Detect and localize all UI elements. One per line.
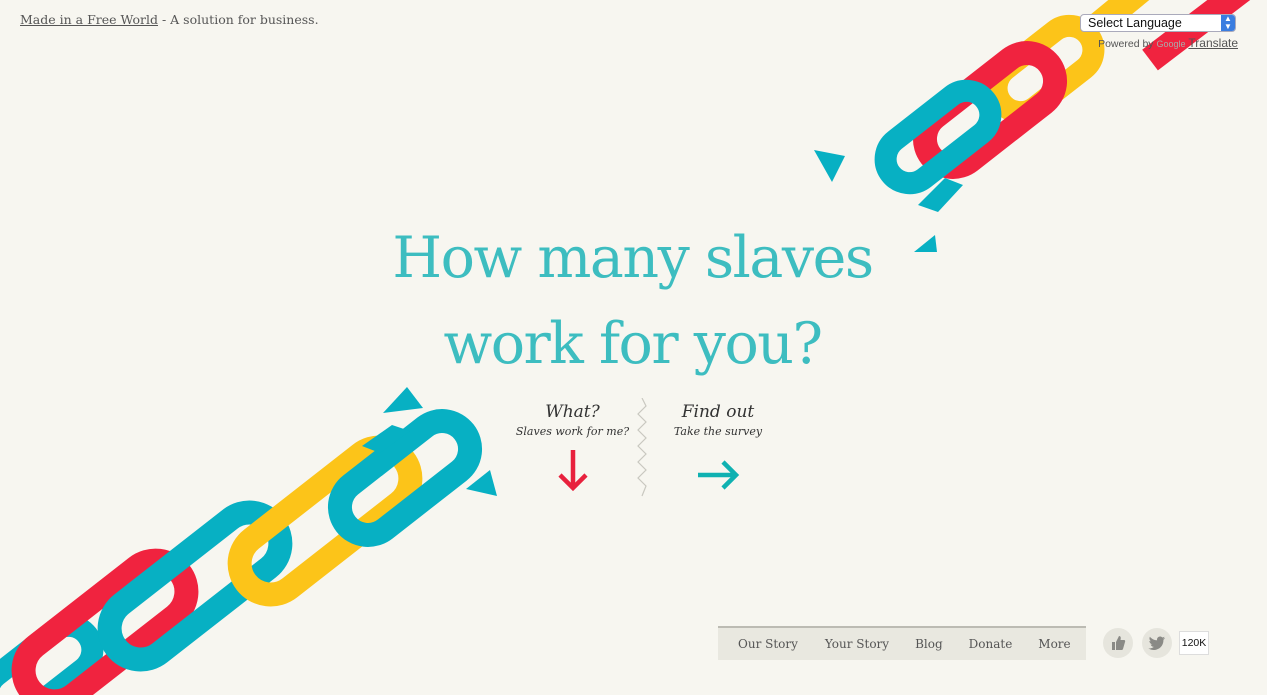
- twitter-bird-icon: [1148, 636, 1165, 650]
- find-out-link[interactable]: Find out Take the survey: [668, 402, 768, 438]
- like-button[interactable]: [1103, 628, 1133, 658]
- powered-by-label: Powered by: [1098, 38, 1154, 50]
- google-logo: Google: [1156, 39, 1186, 49]
- nav-donate[interactable]: Donate: [969, 637, 1013, 651]
- google-translate-widget: Select Language ▲ ▼ Powered by Google Tra…: [1080, 14, 1238, 50]
- what-link[interactable]: What? Slaves work for me?: [505, 402, 640, 438]
- brand-header: Made in a Free World - A solution for bu…: [20, 12, 319, 27]
- nav-more[interactable]: More: [1038, 637, 1070, 651]
- hero-line-2: work for you?: [443, 311, 823, 377]
- hero-line-1: How many slaves: [392, 225, 874, 291]
- share-count: 120K: [1179, 631, 1209, 655]
- select-arrows-icon: ▲ ▼: [1221, 15, 1235, 31]
- translate-link[interactable]: Translate: [1188, 36, 1238, 50]
- nav-our-story[interactable]: Our Story: [738, 637, 798, 651]
- find-subtitle: Take the survey: [673, 425, 763, 438]
- zigzag-divider: [637, 398, 647, 497]
- thumbs-up-icon: [1112, 636, 1126, 650]
- nav-your-story[interactable]: Your Story: [825, 637, 889, 651]
- what-subtitle: Slaves work for me?: [515, 425, 630, 438]
- nav-blog[interactable]: Blog: [915, 637, 943, 651]
- hero-headline: How many slaves work for you?: [340, 215, 925, 387]
- powered-by: Powered by Google Translate: [1080, 36, 1238, 50]
- footer-nav: Our Story Your Story Blog Donate More: [718, 626, 1086, 660]
- twitter-button[interactable]: [1142, 628, 1172, 658]
- language-select[interactable]: Select Language ▲ ▼: [1080, 14, 1236, 32]
- down-arrow-icon[interactable]: [557, 448, 589, 494]
- find-title: Find out: [681, 402, 755, 422]
- right-arrow-icon[interactable]: [696, 458, 742, 492]
- language-select-value: Select Language: [1088, 16, 1182, 30]
- what-title: What?: [545, 402, 600, 422]
- brand-link[interactable]: Made in a Free World: [20, 12, 158, 27]
- brand-tagline: - A solution for business.: [161, 12, 319, 27]
